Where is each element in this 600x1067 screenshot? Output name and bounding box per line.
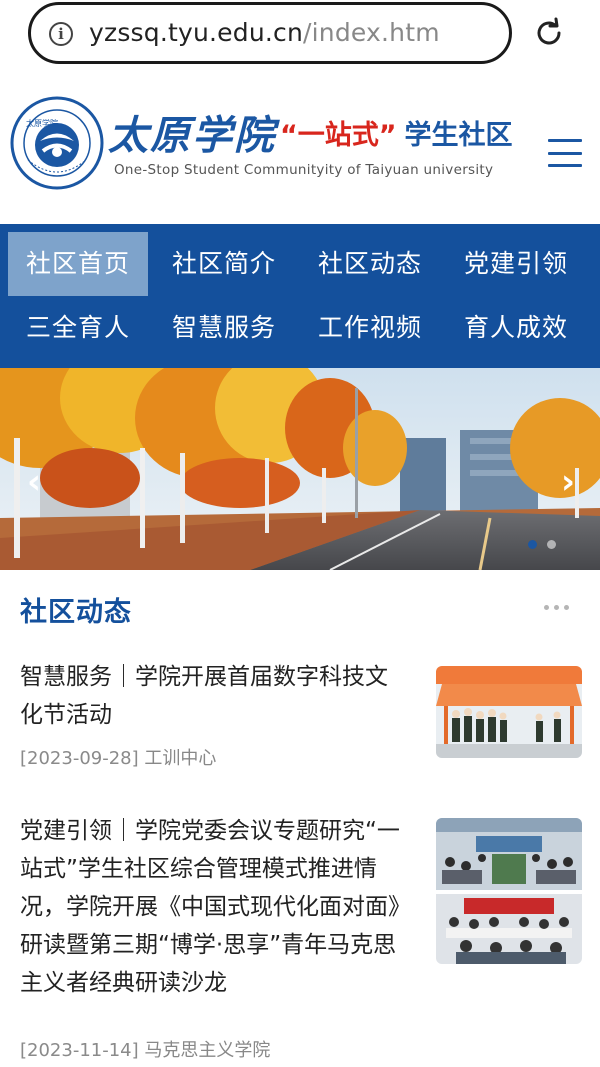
site-info-icon[interactable]: i — [49, 22, 73, 46]
address-bar[interactable]: i yzssq.tyu.edu.cn/index.htm — [28, 2, 512, 64]
news-item[interactable]: 智慧服务｜学院开展首届数字科技文化节活动 [2023-09-28] 工训中心 — [0, 646, 600, 786]
main-nav: 社区首页 社区简介 社区动态 党建引领 三全育人 智慧服务 工作视频 育人成效 — [0, 224, 600, 368]
nav-item-videos[interactable]: 工作视频 — [300, 296, 440, 360]
news-date: [2023-11-14] — [20, 1040, 139, 1061]
nav-item-news[interactable]: 社区动态 — [300, 232, 440, 296]
school-name: 太原学院 — [108, 112, 276, 159]
site-header: 太原学院 太原学院 “一站式” 学生社区 One-Stop Student Co… — [0, 78, 600, 224]
nav-item-education[interactable]: 三全育人 — [8, 296, 148, 360]
carousel-next-icon[interactable]: › — [556, 464, 580, 500]
news-title[interactable]: 智慧服务｜学院开展首届数字科技文化节活动 — [20, 658, 410, 734]
news-source: 工训中心 — [144, 748, 217, 769]
slogan-rest: 学生社区 — [404, 119, 513, 151]
browser-toolbar: i yzssq.tyu.edu.cn/index.htm — [0, 0, 600, 78]
nav-item-party[interactable]: 党建引领 — [446, 232, 586, 296]
news-meta: [2023-11-14] 马克思主义学院 — [20, 1036, 270, 1062]
url-host: yzssq.tyu.edu.cn — [89, 18, 304, 47]
reload-icon[interactable] — [532, 16, 566, 50]
site-logo-title[interactable]: 太原学院 “一站式” 学生社区 — [108, 106, 513, 159]
nav-item-intro[interactable]: 社区简介 — [154, 232, 294, 296]
more-icon[interactable] — [544, 605, 569, 610]
carousel-dot-1[interactable] — [528, 540, 537, 549]
nav-item-results[interactable]: 育人成效 — [446, 296, 586, 360]
news-item[interactable]: 党建引领｜学院党委会议专题研究“一站式”学生社区综合管理模式推进情况，学院开展《… — [0, 810, 600, 1067]
svg-text:太原学院: 太原学院 — [26, 118, 58, 128]
slogan-quote: “一站式” — [280, 119, 397, 151]
university-emblem-icon[interactable]: 太原学院 — [10, 96, 104, 190]
url-path: /index.htm — [303, 18, 440, 47]
news-thumbnail[interactable] — [436, 818, 582, 964]
carousel-pagination — [528, 540, 556, 549]
url-text[interactable]: yzssq.tyu.edu.cn/index.htm — [89, 18, 440, 47]
news-source: 马克思主义学院 — [144, 1040, 271, 1061]
carousel-prev-icon[interactable]: ‹ — [22, 464, 46, 500]
banner-carousel[interactable]: ‹ › — [0, 368, 600, 570]
news-meta: [2023-09-28] 工训中心 — [20, 744, 216, 770]
site-subtitle: One-Stop Student Communityity of Taiyuan… — [114, 162, 494, 178]
carousel-dot-2[interactable] — [547, 540, 556, 549]
nav-item-home[interactable]: 社区首页 — [8, 232, 148, 296]
nav-item-smart-service[interactable]: 智慧服务 — [154, 296, 294, 360]
banner-photo — [0, 368, 600, 570]
news-date: [2023-09-28] — [20, 748, 139, 769]
news-title[interactable]: 党建引领｜学院党委会议专题研究“一站式”学生社区综合管理模式推进情况，学院开展《… — [20, 812, 410, 1002]
hamburger-menu-icon[interactable] — [548, 136, 582, 170]
news-thumbnail[interactable] — [436, 666, 582, 758]
news-section-title: 社区动态 — [20, 597, 132, 628]
news-section-header: 社区动态 — [0, 570, 600, 646]
